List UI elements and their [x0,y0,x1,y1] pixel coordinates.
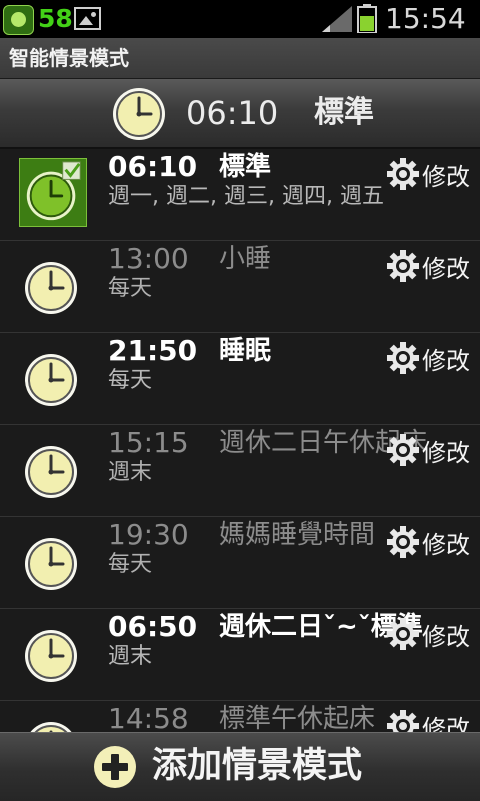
clock-icon [25,538,77,590]
gear-icon [387,434,419,466]
clock-icon [25,262,77,314]
status-bar: 58 15:54 [0,0,480,38]
mode-days: 每天 [108,368,153,393]
clock-icon [30,722,72,732]
edit-mode-label: 修改 [422,346,470,375]
gear-icon [387,618,419,650]
clock-icon [113,88,165,140]
edit-mode-button[interactable]: 修改 [386,246,470,286]
mode-days: 每天 [108,552,153,577]
edit-mode-button[interactable]: 修改 [386,338,470,378]
mode-days: 週一, 週二, 週三, 週四, 週五 [108,184,384,209]
selected-mode-marker [19,158,87,227]
bug-app-icon [3,5,34,35]
mode-time: 14:58 [108,702,189,732]
edit-mode-button[interactable]: 修改 [386,614,470,654]
add-mode-label: 添加情景模式 [152,746,363,786]
mode-name: 媽媽睡覺時間 [219,520,376,550]
mode-name: 標準午休起床 [219,704,376,732]
plus-icon [94,746,136,788]
mode-days: 週末 [108,644,153,669]
mode-list[interactable]: 06:10 標準 週一, 週二, 週三, 週四, 週五 修改 13:00 小睡 … [0,149,480,732]
edit-mode-label: 修改 [422,714,470,733]
edit-mode-label: 修改 [422,530,470,559]
edit-mode-button[interactable]: 修改 [386,154,470,194]
mode-name: 睡眠 [219,336,272,366]
mode-row[interactable]: 15:15 週休二日午休起床 週末 修改 [0,425,480,517]
edit-mode-button[interactable]: 修改 [386,430,470,470]
clock-icon [25,630,77,682]
edit-mode-button[interactable]: 修改 [386,706,470,732]
notification-count: 58 [38,4,73,33]
clock-time: 15:54 [385,2,466,35]
edit-mode-label: 修改 [422,622,470,651]
gear-icon [387,250,419,282]
gear-icon [387,342,419,374]
app-title: 智能情景模式 [9,46,129,70]
mode-days: 每天 [108,276,153,301]
mode-row[interactable]: 06:50 週休二日ˇ~ˇ標準 週末 修改 [0,609,480,701]
edit-mode-button[interactable]: 修改 [386,522,470,562]
app-title-bar: 智能情景模式 [0,38,480,79]
mode-row[interactable]: 06:10 標準 週一, 週二, 週三, 週四, 週五 修改 [0,149,480,241]
battery-charging-icon [357,4,377,33]
mode-row[interactable]: 21:50 睡眠 每天 修改 [0,333,480,425]
edit-mode-label: 修改 [422,438,470,467]
mode-row[interactable]: 14:58 標準午休起床 修改 [0,701,480,732]
clock-icon [25,354,77,406]
clock-check-icon [26,161,81,221]
mode-row[interactable]: 13:00 小睡 每天 修改 [0,241,480,333]
current-mode-banner[interactable]: 06:10 標準 [0,79,480,149]
current-mode-name: 標準 [314,95,374,130]
gear-icon [387,526,419,558]
signal-icon [322,6,352,32]
image-icon [74,7,101,30]
add-mode-button[interactable]: 添加情景模式 [0,732,480,801]
mode-days: 週末 [108,460,153,485]
edit-mode-label: 修改 [422,162,470,191]
gear-icon [387,710,419,732]
current-mode-time: 06:10 [186,94,279,132]
clock-icon [25,446,77,498]
gear-icon [387,158,419,190]
mode-name: 小睡 [219,244,272,274]
mode-row[interactable]: 19:30 媽媽睡覺時間 每天 修改 [0,517,480,609]
edit-mode-label: 修改 [422,254,470,283]
